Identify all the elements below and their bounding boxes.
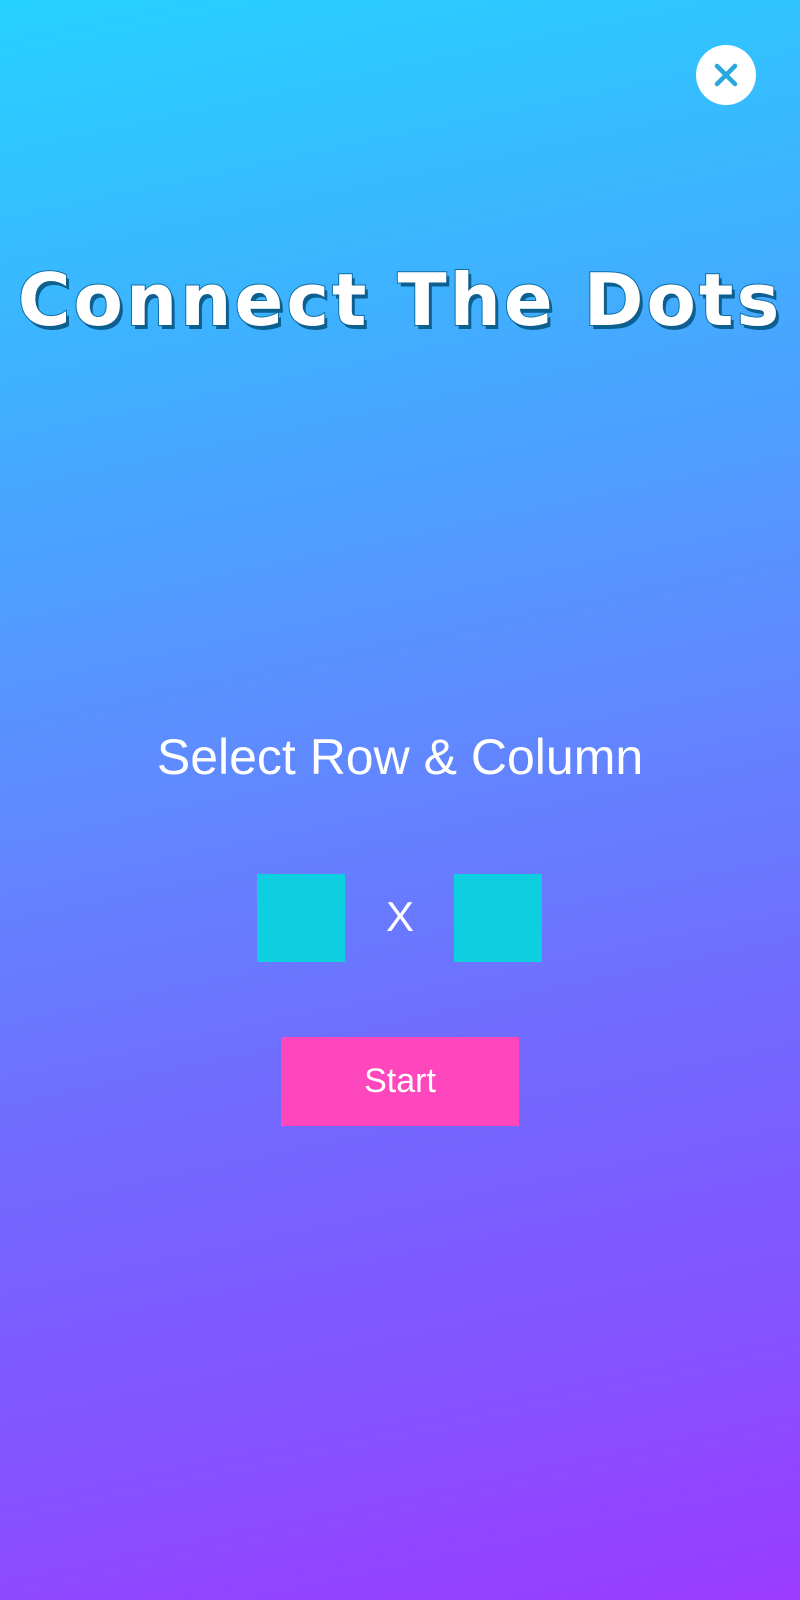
row-input[interactable] [257,874,345,962]
select-row-column-label: Select Row & Column [156,729,644,785]
start-button[interactable]: Start [281,1037,519,1126]
close-icon [712,61,740,89]
times-separator: X [385,893,414,940]
game-title: Connect The Dots [17,257,783,343]
close-button[interactable] [696,45,756,105]
column-input[interactable] [454,874,542,962]
